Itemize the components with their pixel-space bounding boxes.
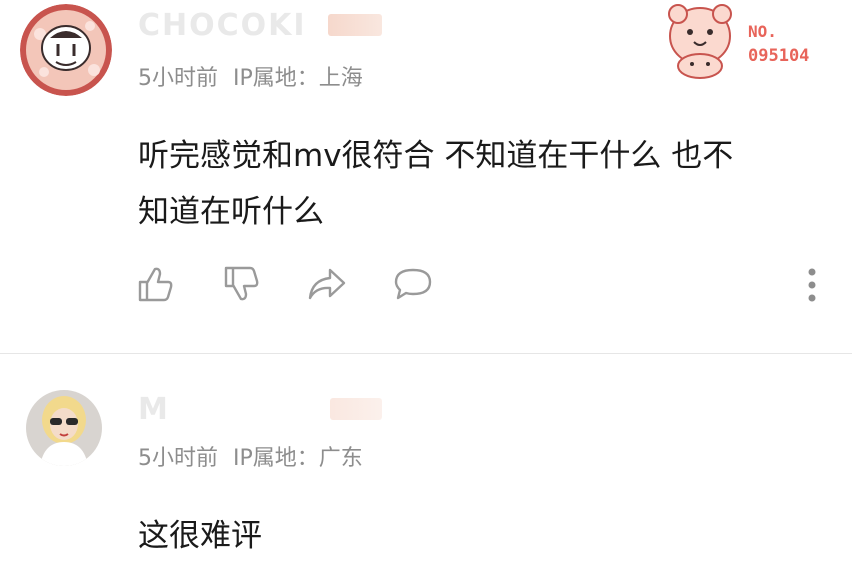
comment-meta: 5小时前 IP属地：广东 — [138, 440, 363, 472]
time-text: 5小时前 — [138, 446, 218, 471]
reply-button[interactable] — [392, 264, 434, 304]
share-button[interactable] — [306, 264, 348, 304]
comment-text: 听完感觉和mv很符合 不知道在干什么 也不 知道在听什么 — [138, 128, 852, 240]
comment-feed: CHOCOKI 5小时前 IP属地：上海 NO. 095104 听完感觉和mv很… — [0, 0, 852, 572]
like-icon — [138, 267, 173, 302]
dislike-icon — [224, 266, 259, 301]
username[interactable]: M — [138, 392, 170, 427]
level-badge — [330, 398, 382, 420]
dislike-button[interactable] — [222, 264, 262, 304]
user-avatar[interactable] — [20, 4, 112, 96]
username[interactable]: CHOCOKI — [138, 8, 307, 43]
comment-actions — [136, 264, 836, 308]
ip-location: IP属地：上海 — [233, 66, 363, 91]
share-icon — [308, 268, 346, 300]
comment-divider — [0, 353, 852, 354]
reply-icon — [394, 268, 432, 300]
like-button[interactable] — [136, 264, 176, 304]
fan-badge-label: NO. — [748, 22, 777, 41]
time-text: 5小时前 — [138, 66, 218, 91]
comment-meta: 5小时前 IP属地：上海 — [138, 60, 363, 92]
user-avatar[interactable] — [26, 390, 102, 466]
comment-text: 这很难评 — [138, 508, 838, 564]
comment-text-line: 这很难评 — [138, 518, 262, 554]
more-button[interactable] — [800, 266, 824, 310]
comment-text-line: 听完感觉和mv很符合 不知道在干什么 也不 — [138, 138, 734, 174]
fan-badge-number: 095104 — [748, 46, 810, 66]
ip-location: IP属地：广东 — [233, 446, 363, 471]
level-badge — [328, 14, 382, 36]
bear-icon — [668, 4, 732, 79]
comment-text-line: 知道在听什么 — [138, 194, 324, 230]
more-icon — [808, 268, 816, 302]
